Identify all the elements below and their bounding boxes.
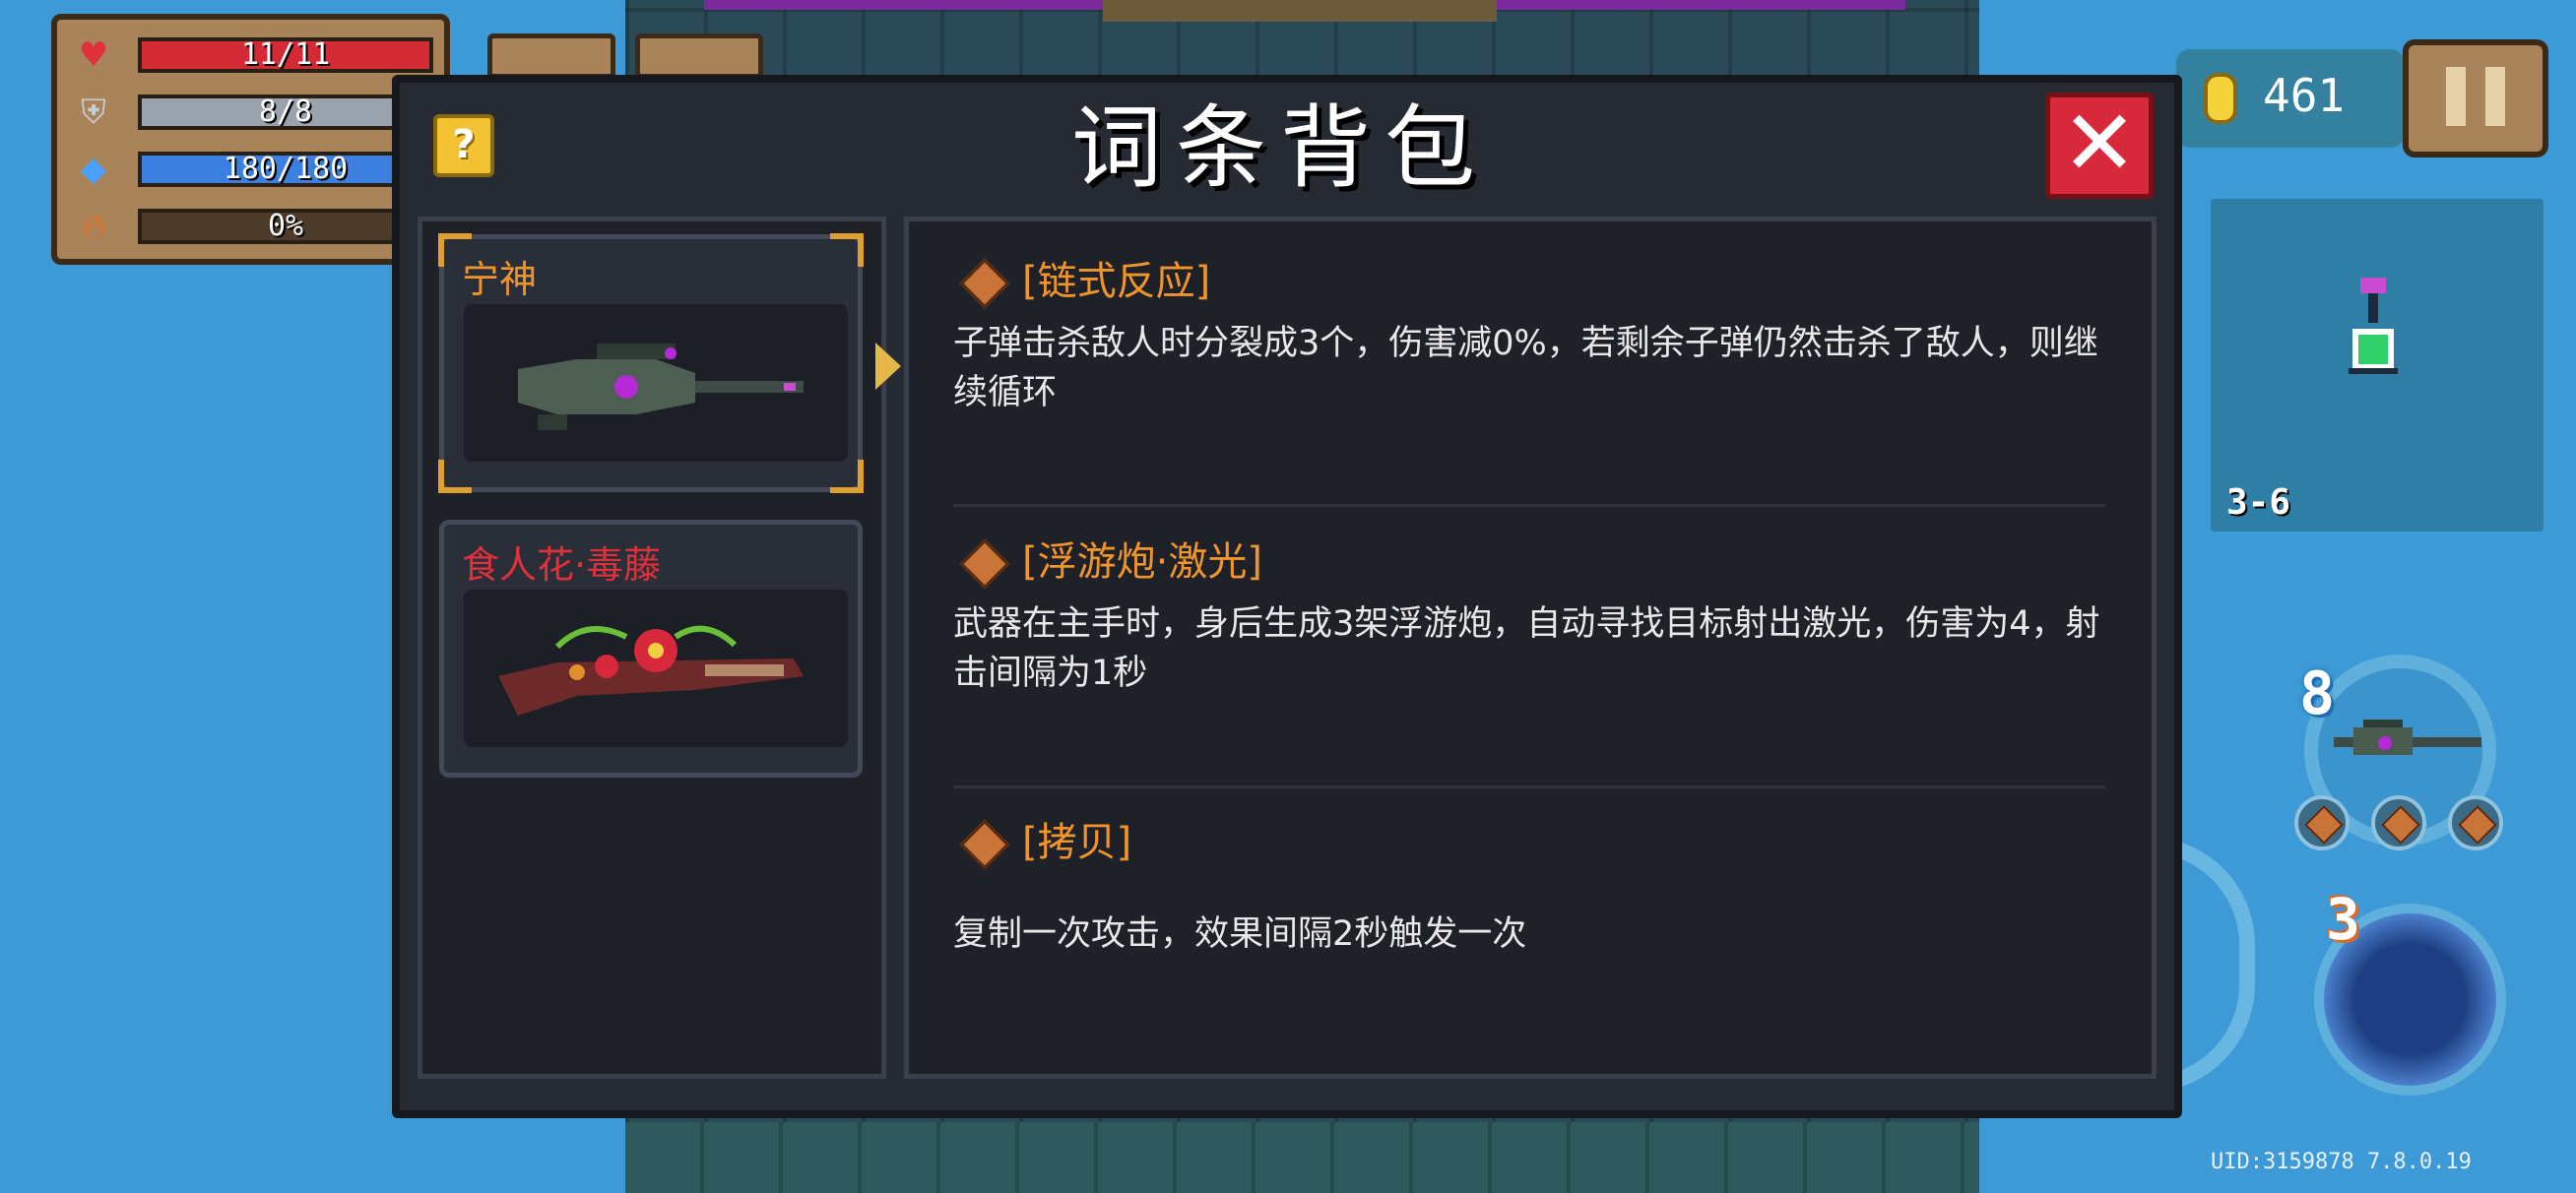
chain-gem-icon (959, 538, 1010, 590)
crit-value: 0% (267, 209, 304, 243)
flower-vine-gun-icon (498, 625, 804, 716)
health-value: 11/11 (240, 37, 331, 72)
gold-counter: 461 (2176, 49, 2405, 148)
affix-title-wrapper: [拷贝] (953, 815, 2105, 870)
affix-title: [浮游炮·激光] (1022, 539, 1262, 585)
pause-button[interactable] (2403, 39, 2548, 157)
affix-description: 复制一次攻击，效果间隔2秒触发一次 (953, 914, 1527, 954)
selection-corner (830, 233, 864, 267)
chain-gem-icon (2448, 795, 2503, 850)
chain-gem-icon (2371, 795, 2426, 850)
gold-value: 461 (2263, 69, 2346, 122)
energy-bar: 180/180 (138, 152, 433, 187)
weapon-ammo-count: 8 (2299, 659, 2336, 728)
affix-description: 子弹击杀敌人时分裂成3个，伤害减0%，若剩余子弹仍然击杀了敌人，则继续循环 (953, 324, 2098, 412)
armor-bar: 8/8 (138, 94, 433, 130)
affix-entry-chain-reaction: [链式反应] 子弹击杀敌人时分裂成3个，伤害减0%，若剩余子弹仍然击杀了敌人，则… (953, 254, 2105, 417)
crit-row: 🔥︎ 0% (73, 205, 447, 248)
energy-crystal-icon: ◆ (80, 150, 107, 189)
selected-arrow-icon (875, 343, 901, 390)
weapon-card-ningshen[interactable]: 宁神 (438, 233, 864, 493)
uid-version-text: UID:3159878 7.8.0.19 (2211, 1150, 2472, 1174)
minimap-room-icon (2349, 278, 2398, 374)
sniper-rifle-icon (518, 344, 804, 430)
affix-title-wrapper: [浮游炮·激光] (953, 534, 2105, 590)
heart-icon: ♥ (78, 35, 109, 75)
divider (953, 785, 2105, 788)
buff-slot[interactable] (635, 33, 763, 79)
armor-row: ⛨ 8/8 (73, 91, 447, 134)
map-wall-bottom (625, 1122, 1979, 1193)
weapon-image-box (464, 304, 848, 462)
affix-title: [拷贝] (1022, 820, 1132, 865)
selection-corner (830, 460, 864, 493)
map-door (1103, 0, 1497, 22)
player-stats-panel: ♥ 11/11 ⛨ 8/8 ◆ 180/180 🔥︎ 0% (51, 14, 450, 265)
weapon-card-piranha-vine[interactable]: 食人花·毒藤 (439, 520, 863, 778)
pause-icon (2446, 67, 2466, 126)
crit-bar: 0% (138, 209, 433, 244)
divider (953, 504, 2105, 507)
affix-title: [链式反应] (1022, 259, 1211, 304)
fire-icon: 🔥︎ (81, 207, 106, 246)
minimap[interactable]: 3-6 (2211, 199, 2544, 532)
dialog-title: 词条背包 (1070, 95, 1489, 201)
pause-icon (2485, 67, 2505, 126)
weapon-name: 宁神 (462, 258, 538, 301)
chain-gem-icon (959, 819, 1010, 870)
affix-title-wrapper: [链式反应] (953, 254, 2105, 309)
buff-slot[interactable] (487, 33, 615, 79)
weapon-image-box (464, 590, 848, 747)
chain-gem-icon (2294, 795, 2350, 850)
health-row: ♥ 11/11 (73, 33, 447, 77)
weapon-gem-row (2294, 795, 2511, 854)
affix-description: 武器在主手时，身后生成3架浮游炮，自动寻找目标射出激光，伤害为4，射击间隔为1秒 (953, 604, 2100, 693)
skill-charge-count: 3 (2326, 886, 2360, 953)
level-indicator: 3-6 (2226, 482, 2291, 523)
shield-icon: ⛨ (81, 93, 106, 132)
health-bar: 11/11 (138, 37, 433, 73)
energy-row: ◆ 180/180 (73, 148, 447, 191)
weapon-name: 食人花·毒藤 (462, 543, 662, 587)
affix-entry-copy: [拷贝] 复制一次攻击，效果间隔2秒触发一次 (953, 815, 2105, 959)
sniper-rifle-icon (2334, 720, 2481, 755)
energy-value: 180/180 (223, 152, 349, 186)
gold-coin-icon (2204, 73, 2237, 124)
affix-entry-laser-drone: [浮游炮·激光] 武器在主手时，身后生成3架浮游炮，自动寻找目标射出激光，伤害为… (953, 534, 2105, 698)
close-button[interactable]: ✕ (2045, 93, 2154, 199)
help-button[interactable]: ? (433, 114, 494, 177)
selection-corner (438, 460, 472, 493)
armor-value: 8/8 (258, 94, 313, 129)
chain-gem-icon (959, 258, 1010, 309)
